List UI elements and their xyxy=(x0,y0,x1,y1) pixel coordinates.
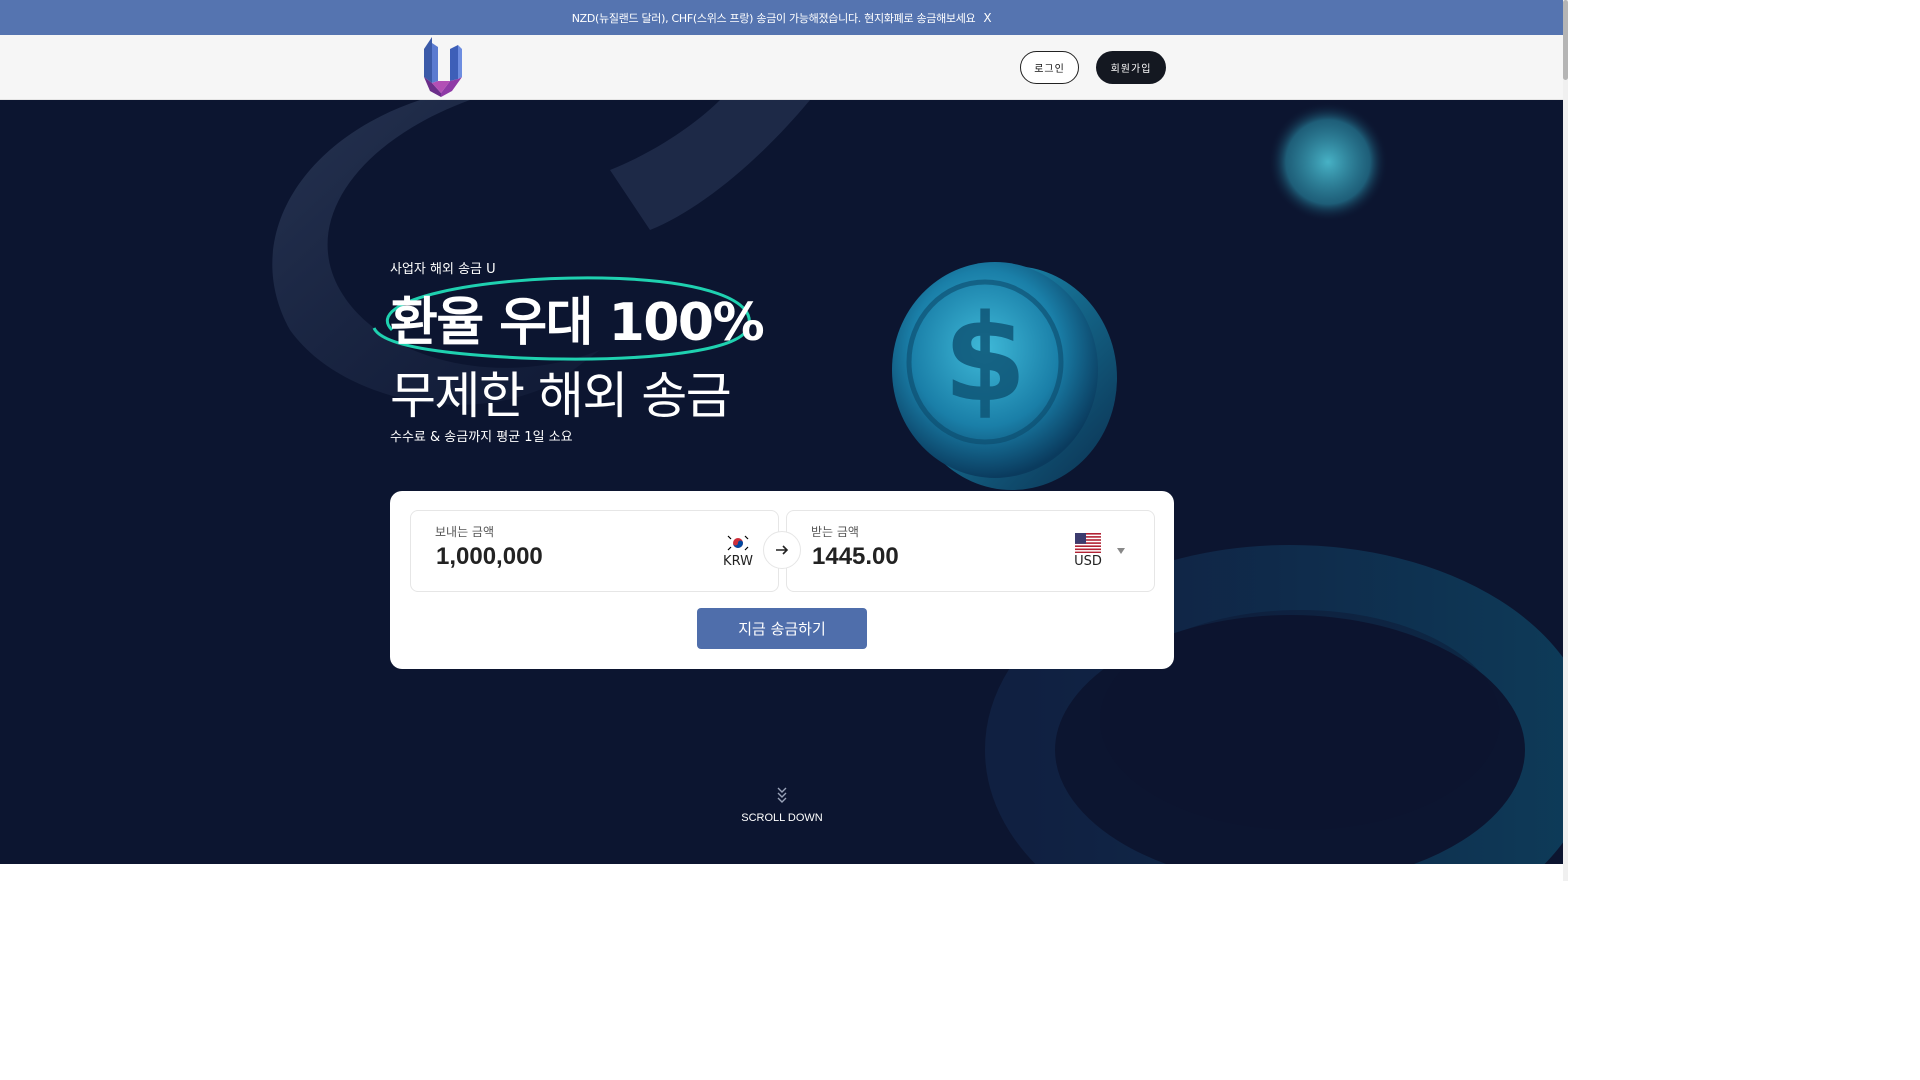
site-header: 로그인 회원가입 xyxy=(0,35,1563,100)
u-logo-icon[interactable] xyxy=(416,35,466,97)
hero-headline-secondary: 무제한 해외 송금 xyxy=(390,367,732,425)
hero-subline: 수수료 & 송금까지 평균 1일 소요 xyxy=(390,430,573,445)
send-amount-input[interactable] xyxy=(436,543,666,571)
chevron-down-icon[interactable] xyxy=(1117,548,1125,554)
hero-section: $ 사업자 해외 송금 U 환율 우대 100% 무제한 해외 송금 수수료 &… xyxy=(0,100,1563,864)
signup-button[interactable]: 회원가입 xyxy=(1096,51,1166,84)
dollar-coin-icon: $ xyxy=(892,262,1117,490)
receive-currency-code: USD xyxy=(1074,554,1102,569)
scrollbar-thumb[interactable] xyxy=(1563,0,1568,80)
login-button[interactable]: 로그인 xyxy=(1020,51,1079,84)
send-currency: KRW xyxy=(718,533,758,569)
remittance-calculator: 보내는 금액 KRW 받는 금액 xyxy=(390,491,1174,669)
hero-headline-primary: 환율 우대 100% xyxy=(390,293,765,353)
page-scrollbar[interactable] xyxy=(1563,0,1568,881)
send-currency-code: KRW xyxy=(723,554,753,569)
announcement-close-button[interactable]: X xyxy=(983,11,991,25)
south-korea-flag-icon xyxy=(725,533,751,553)
announcement-bar: NZD(뉴질랜드 달러), CHF(스위스 프랑) 송금이 가능해졌습니다. 현… xyxy=(0,0,1563,35)
svg-text:$: $ xyxy=(943,290,1027,429)
scroll-down-indicator[interactable]: SCROLL DOWN xyxy=(720,786,844,824)
receive-amount-field[interactable]: 받는 금액 USD xyxy=(786,510,1155,592)
double-chevron-down-icon xyxy=(777,787,787,803)
us-flag-icon xyxy=(1075,533,1101,553)
swap-direction[interactable] xyxy=(763,531,801,569)
send-now-button[interactable]: 지금 송금하기 xyxy=(697,608,867,649)
announcement-text: NZD(뉴질랜드 달러), CHF(스위스 프랑) 송금이 가능해졌습니다. 현… xyxy=(571,11,976,25)
receive-amount-input[interactable] xyxy=(812,543,1042,571)
hero-background-art: $ xyxy=(272,100,1563,864)
arrow-right-icon xyxy=(776,545,789,555)
scroll-down-label: SCROLL DOWN xyxy=(741,812,823,824)
receive-amount-label: 받는 금액 xyxy=(811,525,859,539)
page-bottom xyxy=(0,864,1563,881)
receive-currency-select[interactable]: USD xyxy=(1068,533,1108,569)
send-amount-label: 보내는 금액 xyxy=(435,525,495,539)
send-amount-field[interactable]: 보내는 금액 KRW xyxy=(410,510,779,592)
